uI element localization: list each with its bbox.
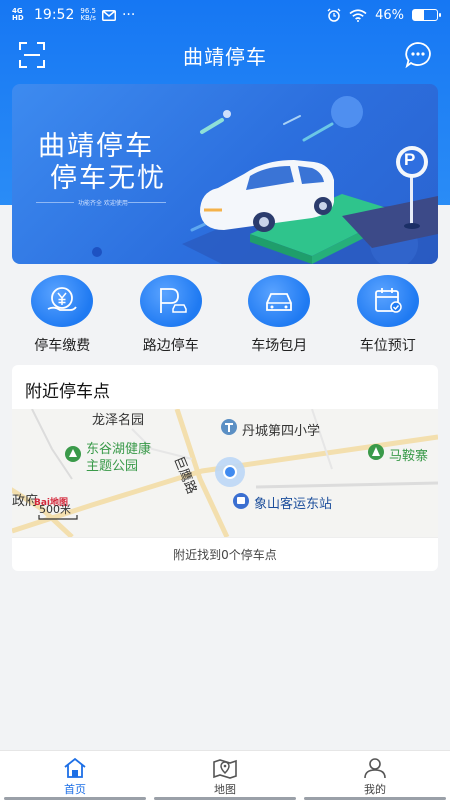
- tab-map[interactable]: 地图: [150, 751, 300, 800]
- roadside-parking-icon: [139, 275, 202, 327]
- battery-percent: 46%: [375, 7, 404, 23]
- service-label: 车位预订: [359, 338, 416, 354]
- map-label-longze: 龙泽名园: [92, 413, 145, 428]
- map-label-maanzhai: 马鞍寨: [389, 449, 429, 464]
- message-icon[interactable]: [404, 41, 432, 69]
- status-bar: 4G HD 19:52 96.5 KB/s ··· 46%: [0, 0, 450, 30]
- promo-banner[interactable]: P 曲靖停车 停车无忧 功能齐全 欢迎使用: [12, 84, 438, 264]
- map-label-station: 象山客运东站: [254, 497, 333, 512]
- more-notifications-icon: ···: [121, 7, 136, 23]
- yuan-hand-icon: [31, 275, 94, 327]
- alarm-icon: [327, 8, 341, 22]
- service-grid: 停车缴费 路边停车 车场包月 车位预订: [0, 275, 450, 355]
- service-space-booking[interactable]: 车位预订: [340, 275, 436, 355]
- tab-label: 我的: [364, 783, 386, 796]
- tab-profile[interactable]: 我的: [300, 751, 450, 800]
- nearby-count: 附近找到0个停车点: [12, 537, 438, 571]
- wifi-icon: [349, 8, 367, 22]
- tab-label: 首页: [64, 783, 86, 796]
- status-time: 19:52: [34, 7, 75, 23]
- tab-label: 地图: [214, 783, 236, 796]
- map-icon: [213, 759, 237, 779]
- banner-divider-right: [128, 202, 166, 203]
- mail-icon: [101, 9, 116, 21]
- battery-icon: [412, 9, 441, 21]
- service-parking-payment[interactable]: 停车缴费: [14, 275, 110, 355]
- banner-title-line2: 停车无忧: [50, 163, 166, 194]
- scan-icon[interactable]: [18, 41, 46, 69]
- nearby-map[interactable]: 龙泽名园 东谷湖健康 主题公园 丹城第四小学 巨鹰路 马鞍寨 象山客运东站 政府…: [12, 409, 438, 537]
- map-roads: [12, 409, 438, 537]
- nav-bar: 曲靖停车: [0, 32, 450, 78]
- calendar-check-icon: [356, 275, 419, 327]
- service-label: 车场包月: [251, 338, 308, 354]
- map-label-dongu-line2: 主题公园: [86, 459, 139, 474]
- user-icon: [364, 758, 386, 779]
- network-indicator: 4G HD: [12, 7, 24, 22]
- map-label-school: 丹城第四小学: [242, 424, 321, 439]
- nearby-title: 附近停车点: [25, 382, 110, 402]
- network-speed: 96.5 KB/s: [80, 8, 96, 22]
- home-icon: [64, 757, 86, 778]
- service-label: 停车缴费: [34, 338, 91, 354]
- bottom-tab-bar: 首页 地图 我的: [0, 750, 450, 800]
- parking-sign-letter: P: [404, 150, 416, 169]
- service-label: 路边停车: [142, 338, 199, 354]
- network-speed-unit: KB/s: [80, 14, 96, 22]
- service-monthly-lot[interactable]: 车场包月: [231, 275, 327, 355]
- battery-fill: [413, 10, 425, 20]
- service-roadside-parking[interactable]: 路边停车: [123, 275, 219, 355]
- map-scale-label: 500米: [39, 503, 71, 516]
- nearby-parking-card: 附近停车点 龙泽名园 东谷湖健康 主题公园 丹城第四小学 巨鹰路 马鞍寨 象山客…: [12, 365, 438, 571]
- car-icon: [248, 275, 311, 327]
- tab-home[interactable]: 首页: [0, 751, 150, 800]
- page-title: 曲靖停车: [183, 44, 267, 69]
- banner-subtitle: 功能齐全 欢迎使用: [78, 200, 128, 207]
- banner-divider-left: [36, 202, 74, 203]
